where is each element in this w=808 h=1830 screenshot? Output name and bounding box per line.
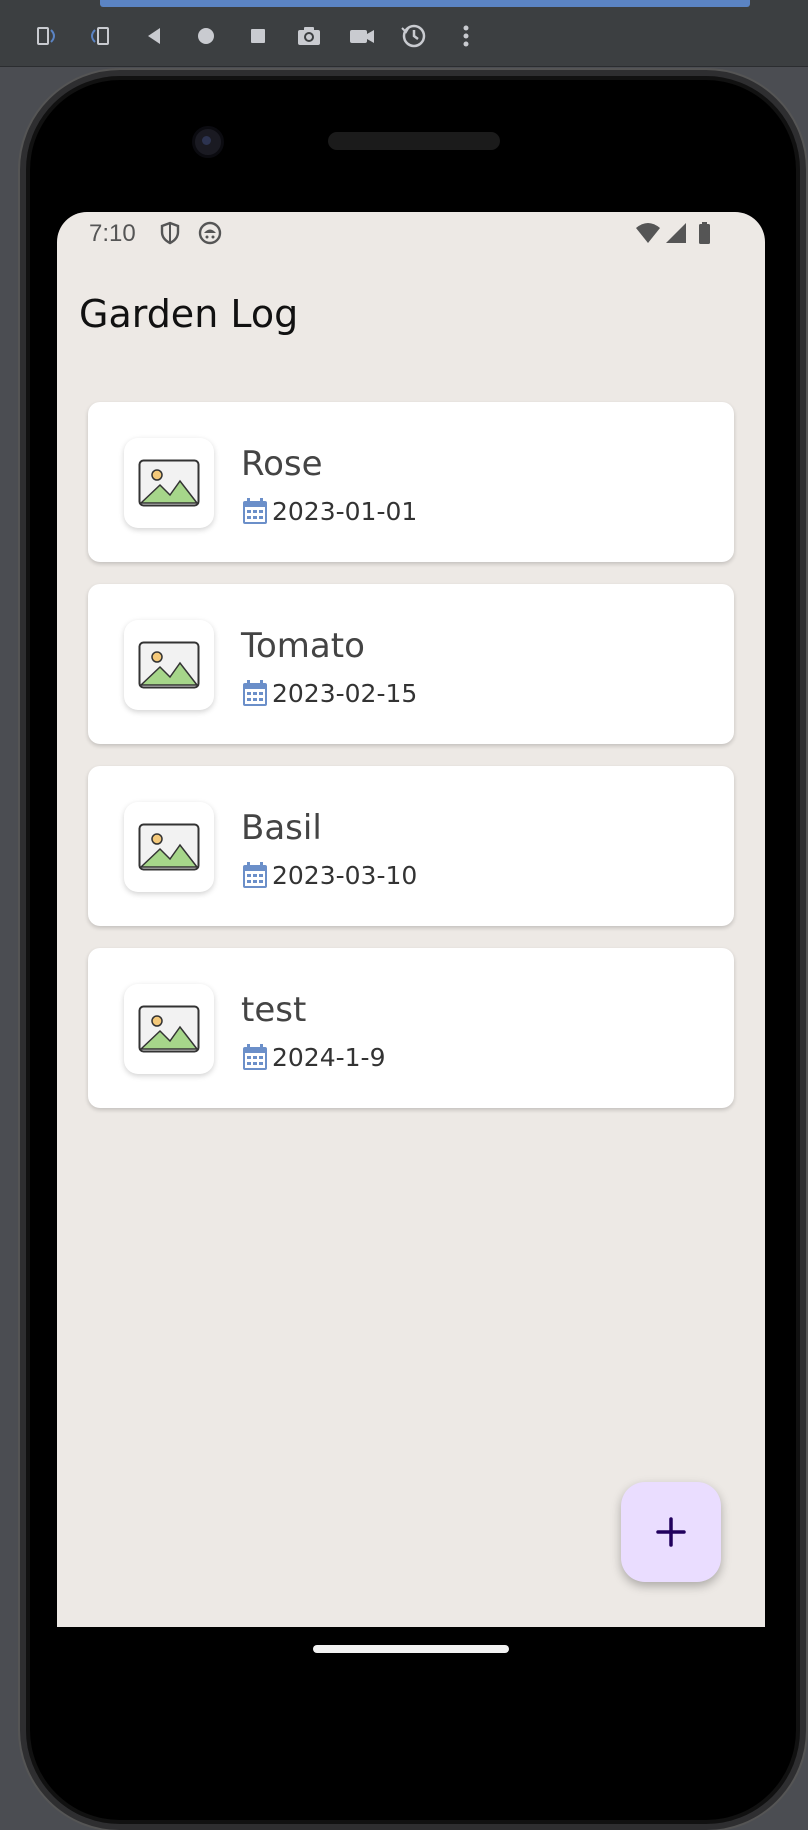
calendar-icon [243, 498, 267, 524]
battery-icon [691, 220, 717, 246]
plant-card[interactable]: Rose 2023-01-01 [88, 402, 734, 562]
plant-card[interactable]: Basil 2023-03-10 [88, 766, 734, 926]
snapshot-icon[interactable] [398, 20, 430, 52]
overview-icon[interactable] [242, 20, 274, 52]
signal-icon [663, 220, 689, 246]
plant-list: Rose 2023-01-01 Tomato 2023-02-15 Basil [88, 402, 734, 1130]
image-placeholder-icon [124, 984, 214, 1074]
plant-date-row: 2023-02-15 [242, 678, 417, 708]
plant-date: 2023-02-15 [272, 678, 418, 708]
image-placeholder-icon [124, 438, 214, 528]
front-camera [192, 126, 224, 158]
add-plant-button[interactable] [621, 1482, 721, 1582]
plant-name: test [241, 990, 307, 1030]
home-gesture-bar[interactable] [313, 1645, 509, 1653]
calendar-icon [243, 680, 267, 706]
shield-icon [157, 220, 183, 246]
plant-card[interactable]: Tomato 2023-02-15 [88, 584, 734, 744]
video-icon[interactable] [346, 20, 378, 52]
phone-screen: 7:10 Garden Log Rose 2023-01-01 Tomato 2… [57, 212, 765, 1627]
plus-icon [656, 1517, 686, 1547]
camera-icon[interactable] [293, 20, 325, 52]
earpiece-speaker [328, 132, 500, 150]
more-icon[interactable] [450, 20, 482, 52]
status-time: 7:10 [89, 220, 136, 247]
plant-name: Rose [241, 444, 323, 484]
emulator-toolbar [0, 0, 808, 67]
plant-name: Tomato [241, 626, 365, 666]
calendar-icon [243, 1044, 267, 1070]
plant-date-row: 2023-01-01 [242, 496, 417, 526]
plant-name: Basil [241, 808, 322, 848]
calendar-icon [243, 862, 267, 888]
plant-date: 2024-1-9 [272, 1042, 386, 1072]
back-icon[interactable] [138, 20, 170, 52]
page-title: Garden Log [79, 292, 299, 336]
android-icon [197, 220, 223, 246]
image-placeholder-icon [124, 620, 214, 710]
progress-bar [100, 0, 750, 7]
home-icon[interactable] [190, 20, 222, 52]
plant-date: 2023-03-10 [272, 860, 418, 890]
plant-date-row: 2024-1-9 [242, 1042, 385, 1072]
plant-card[interactable]: test 2024-1-9 [88, 948, 734, 1108]
plant-date-row: 2023-03-10 [242, 860, 417, 890]
status-bar: 7:10 [57, 212, 765, 254]
rotate-left-icon[interactable] [30, 20, 62, 52]
rotate-right-icon[interactable] [84, 20, 116, 52]
plant-date: 2023-01-01 [272, 496, 418, 526]
wifi-icon [635, 220, 661, 246]
image-placeholder-icon [124, 802, 214, 892]
